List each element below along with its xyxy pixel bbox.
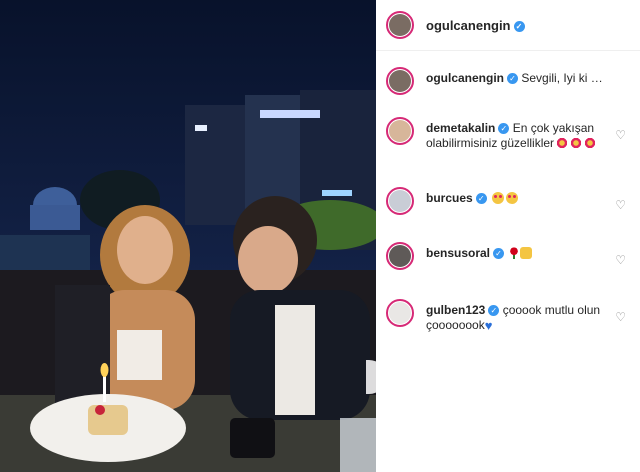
caption-avatar[interactable]	[386, 67, 414, 95]
commenter-avatar[interactable]	[386, 242, 414, 270]
heart-outline-icon[interactable]: ♡	[615, 128, 626, 142]
heart-eyes-emoji-icon	[492, 192, 505, 204]
comments-panel: ogulcanengin ✓ ogulcanengin ✓ Sevgili, Iyi…	[376, 0, 640, 472]
caption-username[interactable]: ogulcanengin	[426, 71, 504, 85]
verified-badge-icon: ✓	[488, 305, 500, 317]
comment-text: gulben123 ✓ çooook mutlu olun çoooooook♥	[426, 303, 601, 333]
comment-list: ogulcanengin✓ Sevgili, Iyi ki Doğdun... …	[376, 51, 640, 333]
comment-username[interactable]: bensusoral	[426, 246, 490, 260]
comment-item: gulben123 ✓ çooook mutlu olun çoooooook♥ …	[376, 299, 640, 333]
comment-username[interactable]: demetakalin	[426, 121, 495, 135]
blue-heart-emoji-icon: ♥	[484, 318, 493, 333]
author-avatar[interactable]	[386, 11, 414, 39]
verified-badge-icon: ✓	[498, 123, 510, 135]
verified-badge-icon: ✓	[507, 73, 518, 85]
flower-emoji-icon	[556, 137, 569, 149]
verified-badge-icon: ✓	[493, 248, 505, 260]
comment-username[interactable]: gulben123	[426, 303, 485, 317]
verified-badge-icon: ✓	[475, 193, 487, 205]
flower-emoji-icon	[584, 137, 597, 149]
comment-item: burcues ✓ ♡	[376, 187, 640, 242]
author-username[interactable]: ogulcanengin ✓	[426, 18, 525, 33]
caption: ogulcanengin✓ Sevgili, Iyi ki Doğdun...	[376, 67, 640, 95]
heart-outline-icon[interactable]: ♡	[615, 310, 626, 324]
comment-text: burcues ✓	[426, 191, 604, 206]
rose-emoji-icon	[509, 247, 520, 259]
heart-outline-icon[interactable]: ♡	[615, 253, 626, 267]
comment-item: demetakalin ✓ En çok yakışan olabilirmisi…	[376, 117, 640, 187]
flower-emoji-icon	[570, 137, 583, 149]
clap-emoji-icon	[520, 247, 533, 259]
comment-text: demetakalin ✓ En çok yakışan olabilirmisi…	[426, 121, 597, 150]
heart-outline-icon[interactable]: ♡	[615, 198, 626, 212]
comment-text: bensusoral ✓	[426, 246, 604, 261]
photo-scene	[0, 0, 376, 472]
verified-badge-icon: ✓	[513, 20, 525, 32]
commenter-avatar[interactable]	[386, 187, 414, 215]
commenter-avatar[interactable]	[386, 117, 414, 145]
post-photo	[0, 0, 376, 472]
commenter-avatar[interactable]	[386, 299, 414, 327]
comment-item: bensusoral ✓ ♡	[376, 242, 640, 299]
comment-username[interactable]: burcues	[426, 191, 473, 205]
post-header: ogulcanengin ✓	[376, 0, 640, 51]
heart-eyes-emoji-icon	[506, 192, 519, 204]
caption-text: ogulcanengin✓ Sevgili, Iyi ki Doğdun...	[426, 71, 604, 85]
